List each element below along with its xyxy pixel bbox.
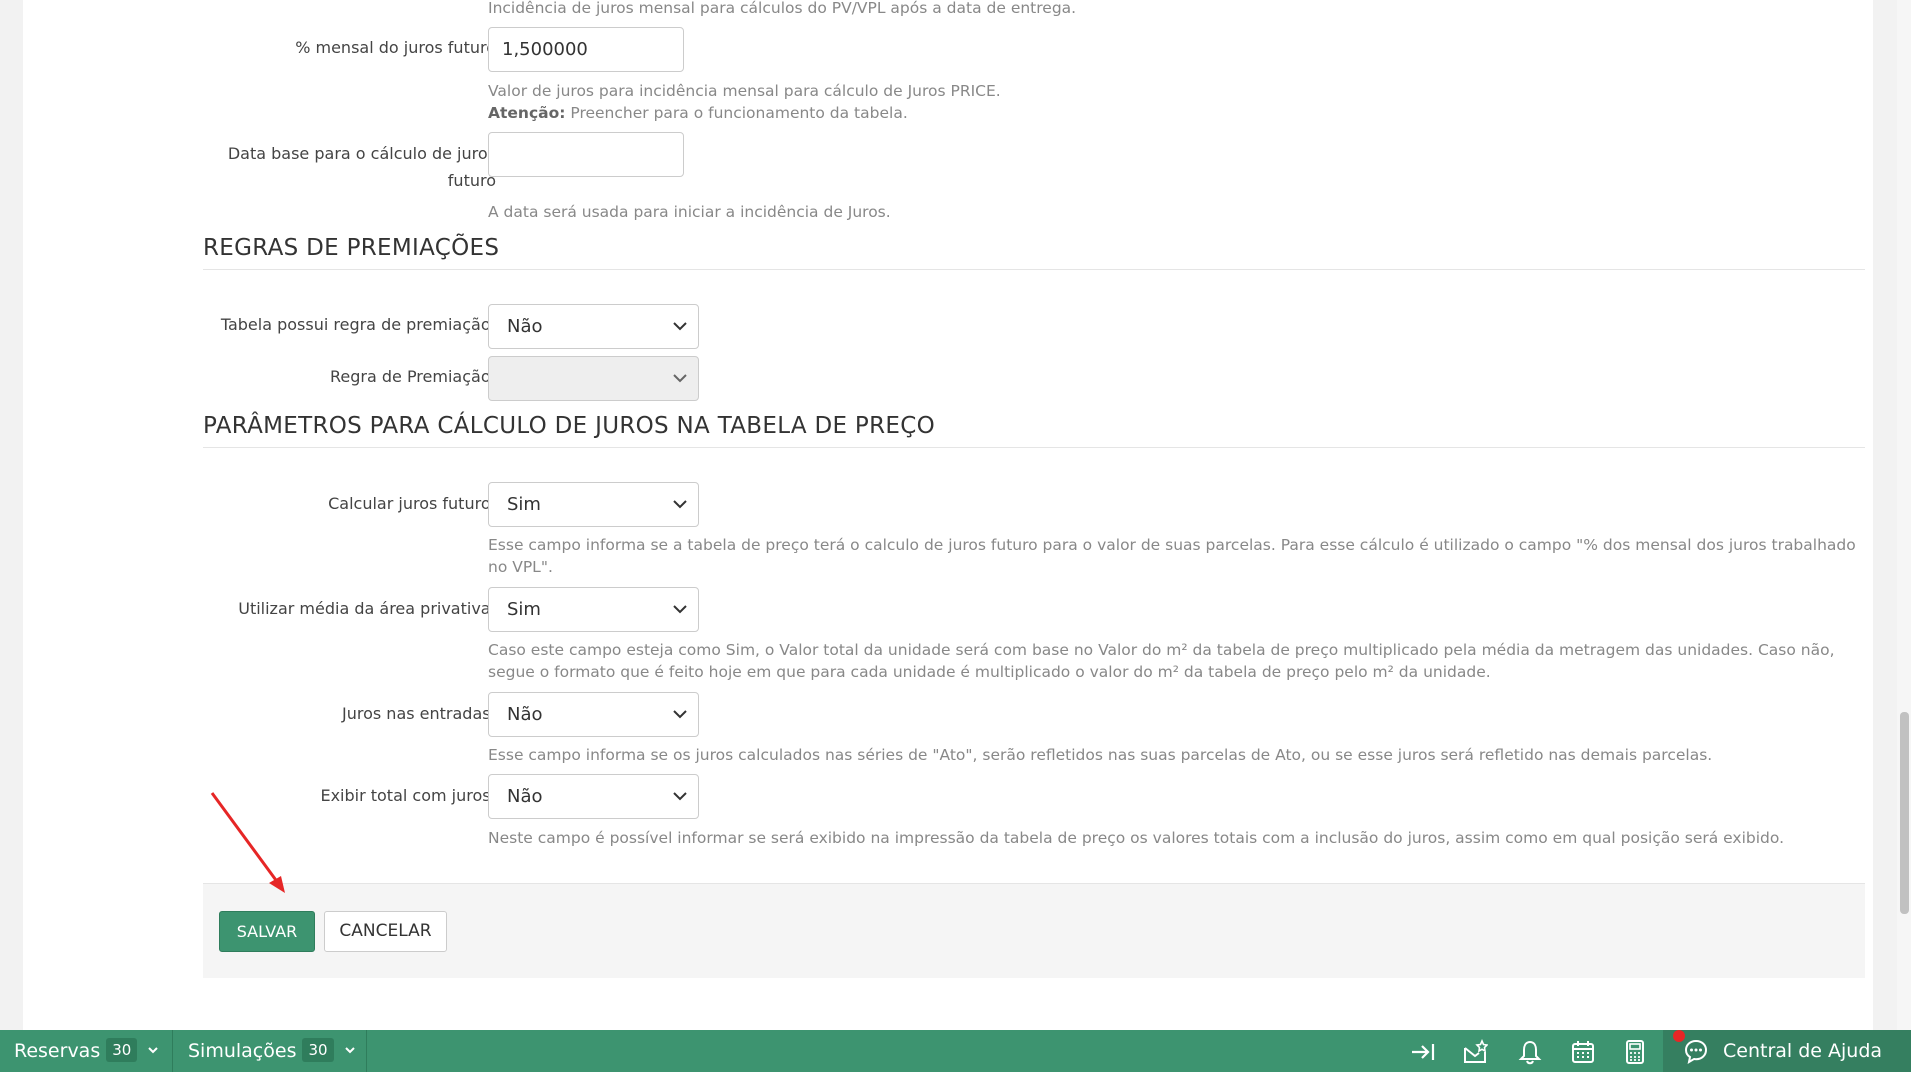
bell-icon[interactable] [1517, 1039, 1543, 1065]
chevron-down-icon [673, 500, 687, 509]
regra-premiacao-label: Regra de Premiação: [329, 367, 496, 386]
reservas-count-badge: 30 [106, 1038, 138, 1062]
data-base-label-line1: Data base para o cálculo de juros [227, 144, 496, 163]
calendar-icon[interactable] [1570, 1039, 1596, 1065]
help-center-label: Central de Ajuda [1723, 1040, 1883, 1062]
help-center-button[interactable]: Central de Ajuda [1663, 1030, 1911, 1072]
calcular-juros-value: Sim [507, 494, 541, 515]
sidebar-collapse-icon[interactable] [1410, 1039, 1436, 1065]
parametros-divider [203, 447, 1865, 448]
media-area-help: Caso este campo esteja como Sim, o Valor… [488, 641, 1835, 681]
exibir-total-select[interactable]: Não [488, 774, 699, 819]
exibir-total-help: Neste campo é possível informar se será … [488, 829, 1785, 847]
premiacoes-divider [203, 269, 1865, 270]
juros-futuro-input[interactable]: 1,500000 [488, 27, 684, 72]
possui-premiacao-select[interactable]: Não [488, 304, 699, 349]
bottom-bar-divider [172, 1030, 173, 1072]
chevron-down-icon [673, 710, 687, 719]
mail-star-icon[interactable] [1462, 1039, 1488, 1065]
data-base-help: A data será usada para iniciar a incidên… [488, 203, 891, 221]
chevron-down-icon [673, 374, 687, 383]
juros-entradas-value: Não [507, 704, 543, 725]
calcular-juros-help: Esse campo informa se a tabela de preço … [488, 536, 1856, 576]
main-content: Incidência de juros mensal para cálculos… [23, 0, 1873, 1030]
juros-entradas-select[interactable]: Não [488, 692, 699, 737]
simulacoes-tab[interactable]: Simulações 30 [188, 1030, 356, 1072]
juros-futuro-label: % mensal do juros futuro [295, 38, 496, 57]
calcular-juros-select[interactable]: Sim [488, 482, 699, 527]
chevron-down-icon [344, 1047, 355, 1054]
cancel-button[interactable]: CANCELAR [324, 911, 447, 952]
bottom-bar: Reservas 30 Simulações 30 Central de Ajuda [0, 1030, 1911, 1072]
calcular-juros-label: Calcular juros futuro: [328, 494, 496, 513]
scrollbar[interactable] [1897, 0, 1911, 1030]
reservas-label: Reservas [14, 1040, 101, 1062]
possui-premiacao-label: Tabela possui regra de premiação: [220, 315, 496, 334]
data-base-input[interactable] [488, 132, 684, 177]
chevron-down-icon [673, 322, 687, 331]
media-area-select[interactable]: Sim [488, 587, 699, 632]
bottom-bar-divider [366, 1030, 367, 1072]
regra-premiacao-select[interactable] [488, 356, 699, 401]
possui-premiacao-value: Não [507, 316, 543, 337]
form-actions: SALVAR CANCELAR [203, 883, 1865, 978]
annotation-arrow-icon [210, 792, 285, 893]
vpl-help-text: Incidência de juros mensal para cálculos… [488, 0, 1077, 17]
chevron-down-icon [148, 1047, 159, 1054]
attention-label: Atenção: [488, 104, 566, 122]
juros-futuro-help: Valor de juros para incidência mensal pa… [488, 80, 1858, 124]
juros-entradas-label: Juros nas entradas: [342, 704, 496, 723]
juros-entradas-help: Esse campo informa se os juros calculado… [488, 746, 1713, 764]
juros-futuro-help-text: Valor de juros para incidência mensal pa… [488, 82, 1001, 100]
simulacoes-count-badge: 30 [302, 1038, 334, 1062]
chevron-down-icon [673, 792, 687, 801]
premiacoes-section-title: REGRAS DE PREMIAÇÕES [203, 235, 500, 261]
reservas-tab[interactable]: Reservas 30 [14, 1030, 159, 1072]
media-area-value: Sim [507, 599, 541, 620]
save-button[interactable]: SALVAR [219, 911, 315, 952]
media-area-label: Utilizar média da área privativa: [238, 599, 496, 618]
calculator-icon[interactable] [1622, 1039, 1648, 1065]
notification-dot [1673, 1030, 1685, 1042]
parametros-section-title: PARÂMETROS PARA CÁLCULO DE JUROS NA TABE… [203, 413, 935, 439]
exibir-total-value: Não [507, 786, 543, 807]
scrollbar-thumb[interactable] [1900, 712, 1909, 914]
simulacoes-label: Simulações [188, 1040, 297, 1062]
attention-text: Preencher para o funcionamento da tabela… [565, 104, 908, 122]
chat-icon [1684, 1039, 1708, 1064]
chevron-down-icon [673, 605, 687, 614]
data-base-label: Data base para o cálculo de juros futuro [196, 140, 496, 194]
